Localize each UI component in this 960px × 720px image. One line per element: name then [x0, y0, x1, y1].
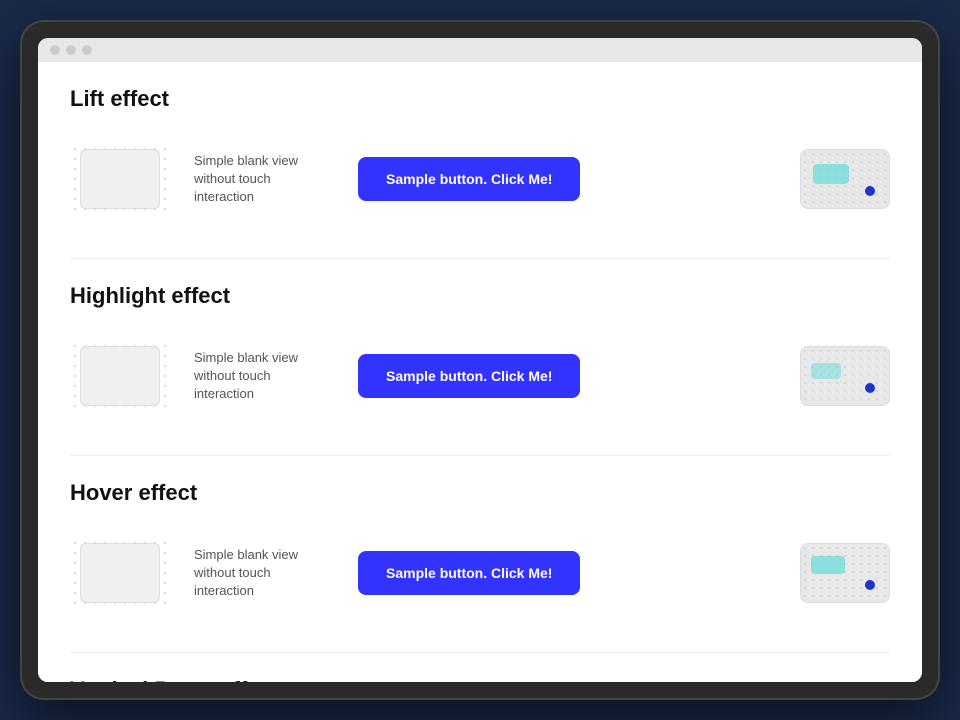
section-vertical-beam: Vertical Beam effect Simple blank view w… [70, 677, 890, 682]
sample-button-highlight[interactable]: Sample button. Click Me! [358, 354, 580, 398]
blank-view-lift [70, 144, 170, 214]
description-hover: Simple blank view without touch interact… [194, 546, 334, 601]
content-area: Lift effect Simple blank view without to… [38, 62, 922, 682]
section-title-highlight: Highlight effect [70, 283, 890, 309]
top-bar-dot-1 [50, 45, 60, 55]
section-hover: Hover effect Simple blank view without t… [70, 480, 890, 620]
preview-highlight-hover [811, 556, 845, 574]
section-lift: Lift effect Simple blank view without to… [70, 86, 890, 226]
blank-view-highlight [70, 341, 170, 411]
preview-highlight-highlight [811, 363, 841, 379]
preview-highlight-lift [813, 164, 849, 184]
preview-dot-highlight [865, 383, 875, 393]
device-screen: Lift effect Simple blank view without to… [38, 38, 922, 682]
top-bar [38, 38, 922, 62]
blank-view-bg-highlight [80, 346, 160, 406]
blank-view-bg-lift [80, 149, 160, 209]
section-title-lift: Lift effect [70, 86, 890, 112]
divider-2 [70, 455, 890, 456]
top-bar-dot-2 [66, 45, 76, 55]
effect-row-highlight: Simple blank view without touch interact… [70, 329, 890, 423]
description-lift: Simple blank view without touch interact… [194, 152, 334, 207]
effect-row-hover: Simple blank view without touch interact… [70, 526, 890, 620]
sample-button-hover[interactable]: Sample button. Click Me! [358, 551, 580, 595]
preview-thumb-lift [800, 149, 890, 209]
preview-dot-hover [865, 580, 875, 590]
top-bar-dot-3 [82, 45, 92, 55]
preview-dot-lift [865, 186, 875, 196]
divider-3 [70, 652, 890, 653]
effect-row-lift: Simple blank view without touch interact… [70, 132, 890, 226]
sample-button-lift[interactable]: Sample button. Click Me! [358, 157, 580, 201]
description-highlight: Simple blank view without touch interact… [194, 349, 334, 404]
blank-view-hover [70, 538, 170, 608]
section-title-hover: Hover effect [70, 480, 890, 506]
device-frame: Lift effect Simple blank view without to… [20, 20, 940, 700]
section-highlight: Highlight effect Simple blank view witho… [70, 283, 890, 423]
section-title-vertical-beam: Vertical Beam effect [70, 677, 890, 682]
preview-thumb-highlight [800, 346, 890, 406]
divider-1 [70, 258, 890, 259]
blank-view-bg-hover [80, 543, 160, 603]
preview-thumb-hover [800, 543, 890, 603]
